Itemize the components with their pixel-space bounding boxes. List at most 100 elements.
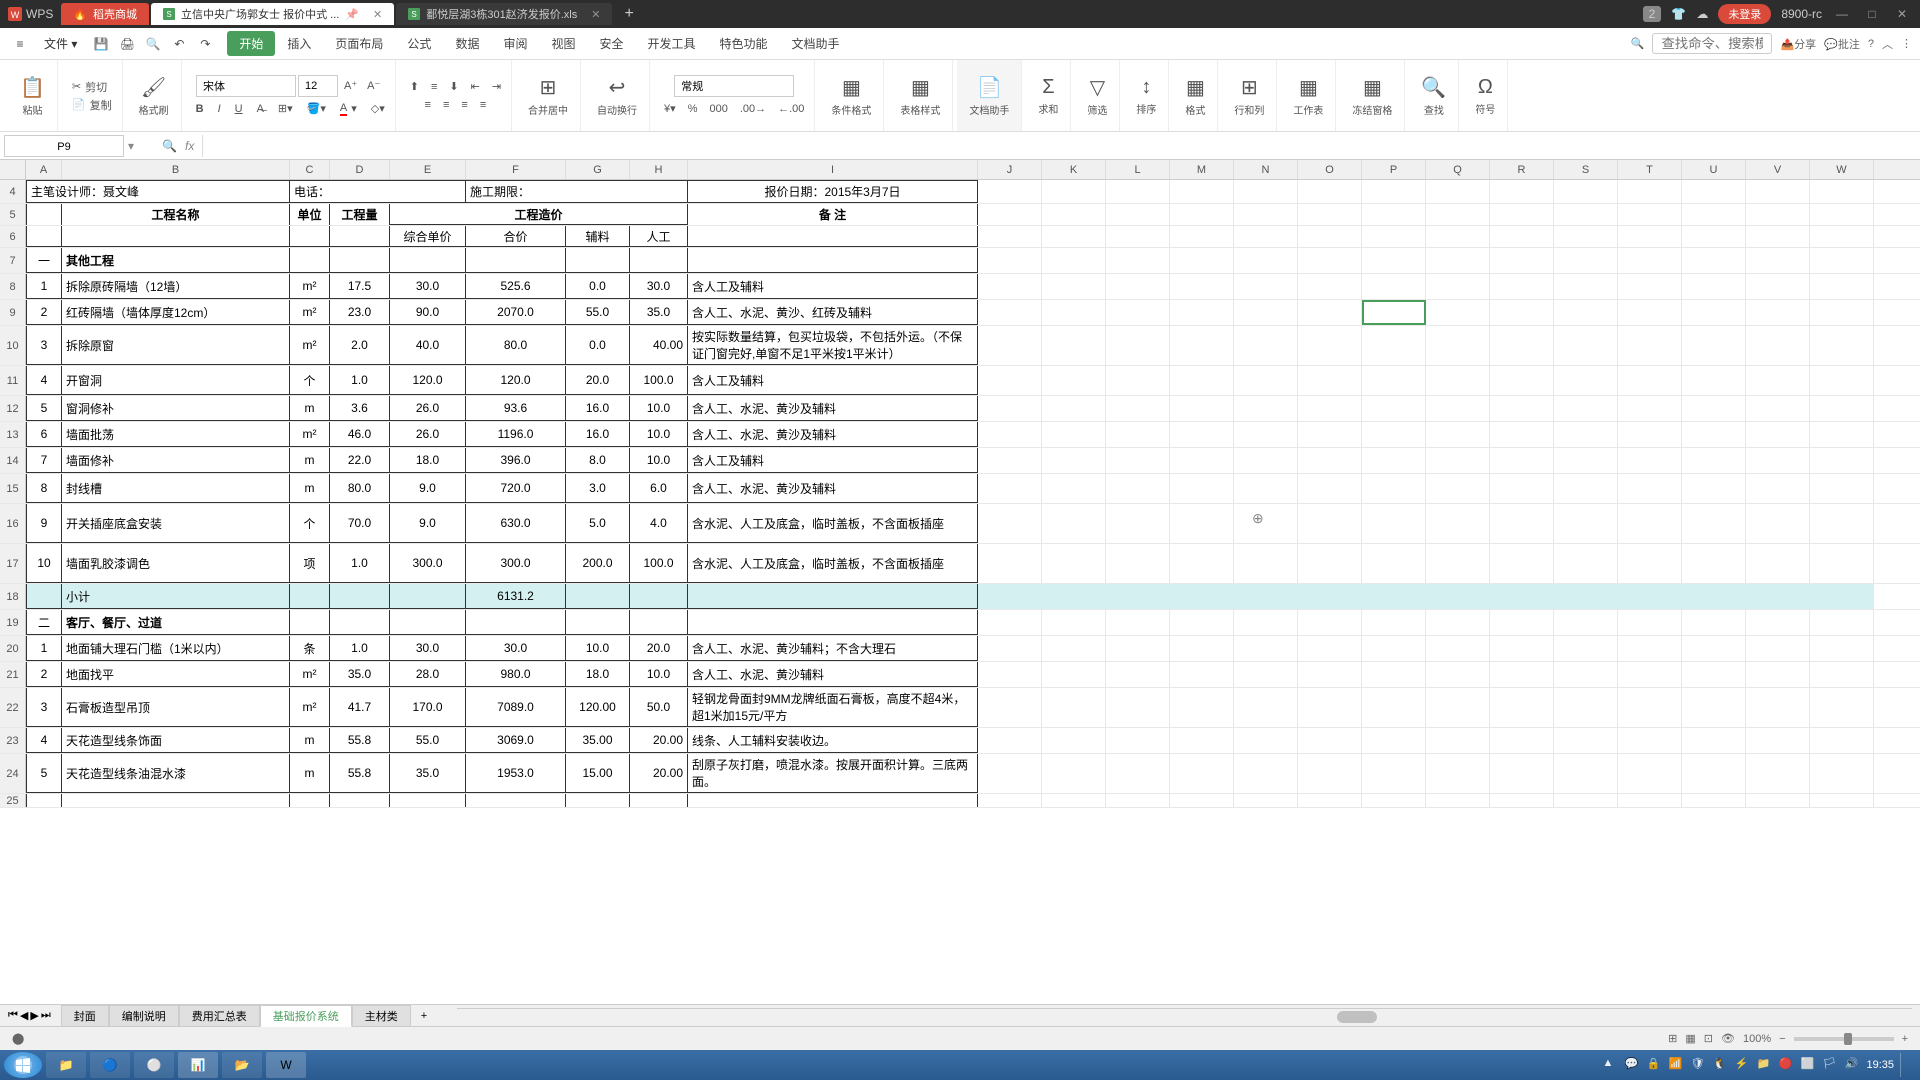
format-button[interactable]: ▦格式 xyxy=(1179,71,1211,121)
cell[interactable] xyxy=(1106,326,1170,365)
cell-labor[interactable]: 35.0 xyxy=(630,300,688,325)
cell[interactable] xyxy=(1106,688,1170,727)
cell-unit[interactable]: m xyxy=(290,474,330,503)
cell-no[interactable]: 5 xyxy=(26,396,62,421)
cell-total[interactable]: 6131.2 xyxy=(466,584,566,609)
cell[interactable] xyxy=(1426,794,1490,807)
col-qty[interactable]: 工程量 xyxy=(330,204,390,225)
login-button[interactable]: 未登录 xyxy=(1718,4,1771,24)
cell-aux[interactable] xyxy=(566,610,630,635)
cell[interactable] xyxy=(1682,610,1746,635)
cell[interactable] xyxy=(978,474,1042,503)
cell-remark[interactable]: 含水泥、人工及底盒，临时盖板，不含面板插座 xyxy=(688,544,978,583)
cell[interactable] xyxy=(1042,688,1106,727)
sheet-nav-last-icon[interactable]: ⏭ xyxy=(41,1009,51,1022)
cell[interactable] xyxy=(1554,204,1618,225)
cell[interactable] xyxy=(466,794,566,807)
cell-unit[interactable] xyxy=(290,610,330,635)
font-family-select[interactable] xyxy=(196,75,296,97)
cell[interactable] xyxy=(290,226,330,247)
active-cell[interactable] xyxy=(1362,300,1426,325)
cell[interactable] xyxy=(1298,728,1362,753)
row-header[interactable]: 17 xyxy=(0,544,26,583)
cell[interactable] xyxy=(1490,366,1554,395)
row-header[interactable]: 22 xyxy=(0,688,26,727)
cell-unit[interactable]: m xyxy=(290,448,330,473)
row-header[interactable]: 19 xyxy=(0,610,26,635)
cell-name[interactable]: 窗洞修补 xyxy=(62,396,290,421)
cell[interactable] xyxy=(1106,662,1170,687)
underline-button[interactable]: U xyxy=(231,101,247,117)
cell[interactable] xyxy=(1554,754,1618,793)
cell-labor[interactable]: 20.0 xyxy=(630,636,688,661)
cell[interactable] xyxy=(1746,610,1810,635)
cell[interactable] xyxy=(1042,248,1106,273)
row-header[interactable]: 6 xyxy=(0,226,26,247)
cell-qty[interactable]: 41.7 xyxy=(330,688,390,727)
cell[interactable] xyxy=(1234,422,1298,447)
cell[interactable] xyxy=(62,794,290,807)
cell[interactable] xyxy=(1426,226,1490,247)
cell-no[interactable] xyxy=(26,584,62,609)
cell[interactable] xyxy=(1810,274,1874,299)
badge-count[interactable]: 2 xyxy=(1643,6,1662,22)
cell-aux[interactable]: 15.00 xyxy=(566,754,630,793)
cell-name[interactable]: 地面铺大理石门槛（1米以内） xyxy=(62,636,290,661)
cell[interactable] xyxy=(1426,274,1490,299)
phone-cell[interactable]: 电话： xyxy=(290,180,466,203)
cell[interactable] xyxy=(1682,544,1746,583)
cell-no[interactable]: 10 xyxy=(26,544,62,583)
col-header-R[interactable]: R xyxy=(1490,160,1554,179)
cell-labor[interactable]: 30.0 xyxy=(630,274,688,299)
cell-unit-price[interactable]: 26.0 xyxy=(390,396,466,421)
cell[interactable] xyxy=(1554,226,1618,247)
cell[interactable] xyxy=(1554,610,1618,635)
new-tab-button[interactable]: + xyxy=(614,5,643,23)
table-style-button[interactable]: ▦表格样式 xyxy=(894,71,946,121)
cell[interactable] xyxy=(1490,274,1554,299)
new-sheet-button[interactable]: + xyxy=(413,1010,435,1022)
cell[interactable] xyxy=(1682,636,1746,661)
cell-aux[interactable]: 0.0 xyxy=(566,274,630,299)
align-right-icon[interactable]: ≡ xyxy=(457,98,471,112)
cell[interactable] xyxy=(1170,226,1234,247)
share-button[interactable]: 📤分享 xyxy=(1780,36,1816,52)
cell-no[interactable]: 1 xyxy=(26,636,62,661)
pin-icon[interactable]: 📌 xyxy=(345,8,359,21)
cell[interactable] xyxy=(978,504,1042,543)
cell[interactable] xyxy=(1810,180,1874,203)
cell[interactable] xyxy=(1490,584,1554,609)
tray-icon[interactable]: ⚡ xyxy=(1734,1057,1750,1073)
menu-tab-6[interactable]: 视图 xyxy=(539,31,587,56)
col-unit-price[interactable]: 综合单价 xyxy=(390,226,466,247)
row-header[interactable]: 21 xyxy=(0,662,26,687)
cell[interactable] xyxy=(1810,688,1874,727)
cell-total[interactable]: 980.0 xyxy=(466,662,566,687)
col-header-L[interactable]: L xyxy=(1106,160,1170,179)
cell-qty[interactable]: 1.0 xyxy=(330,366,390,395)
format-painter-button[interactable]: 🖌格式刷 xyxy=(133,71,175,121)
col-header-W[interactable]: W xyxy=(1810,160,1874,179)
cell[interactable] xyxy=(1298,326,1362,365)
align-justify-icon[interactable]: ≡ xyxy=(476,98,490,112)
cell-remark[interactable]: 含人工、水泥、黄沙及辅料 xyxy=(688,474,978,503)
row-header[interactable]: 13 xyxy=(0,422,26,447)
cell[interactable] xyxy=(26,794,62,807)
cell[interactable] xyxy=(1746,180,1810,203)
cell-unit-price[interactable] xyxy=(390,248,466,273)
cell-remark[interactable]: 轻钢龙骨面封9MM龙牌纸面石膏板，高度不超4米，超1米加15元/平方 xyxy=(688,688,978,727)
cell[interactable] xyxy=(1426,584,1490,609)
paste-button[interactable]: 📋粘贴 xyxy=(14,71,51,121)
cell[interactable] xyxy=(1234,610,1298,635)
indent-decrease-icon[interactable]: ⇤ xyxy=(467,79,484,94)
col-header-F[interactable]: F xyxy=(466,160,566,179)
cell-labor[interactable]: 6.0 xyxy=(630,474,688,503)
cell[interactable] xyxy=(1170,180,1234,203)
cell-no[interactable]: 2 xyxy=(26,662,62,687)
row-header[interactable]: 11 xyxy=(0,366,26,395)
cell[interactable] xyxy=(1618,422,1682,447)
cell[interactable] xyxy=(978,248,1042,273)
cell[interactable] xyxy=(1618,584,1682,609)
cell[interactable] xyxy=(1042,300,1106,325)
cell-remark[interactable]: 含人工、水泥、黄沙及辅料 xyxy=(688,422,978,447)
